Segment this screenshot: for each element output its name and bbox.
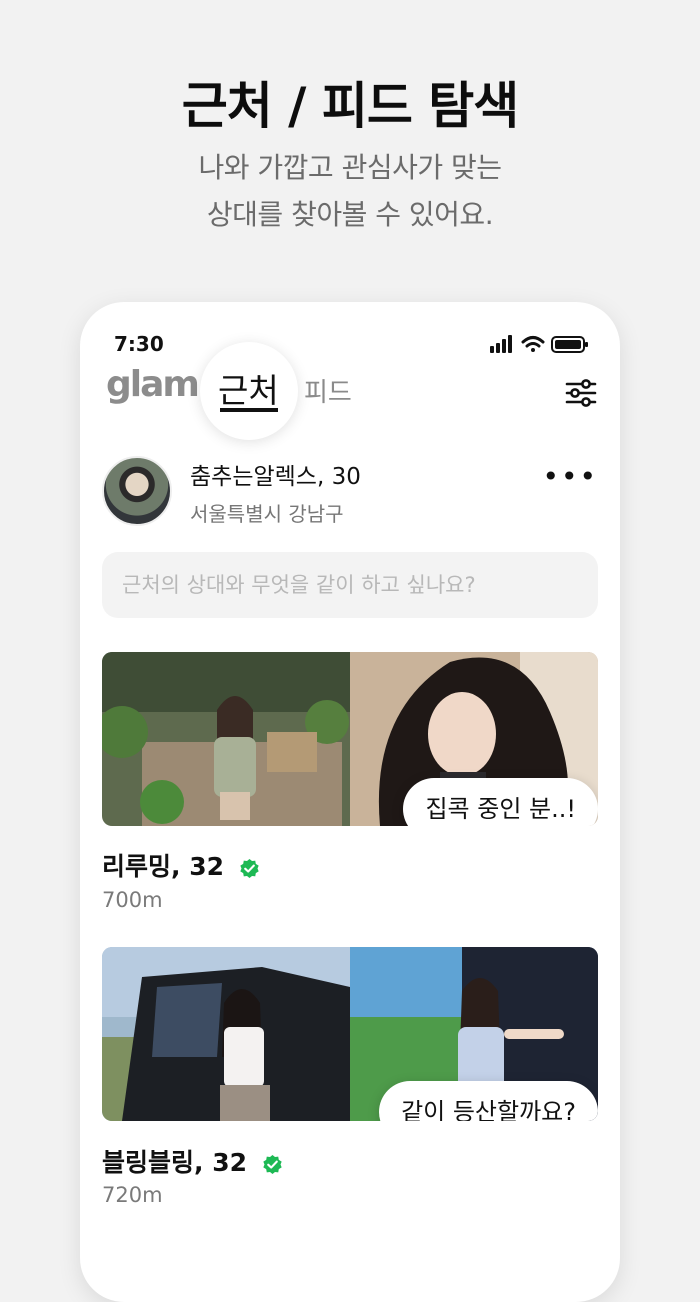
card-name-text: 블링블링, 32 [102, 1148, 247, 1177]
card-distance: 700m [102, 888, 163, 912]
tab-feed[interactable]: 피드 [304, 372, 352, 409]
profile-card[interactable]: 집콕 중인 분..! 리루밍, 32 700m [102, 652, 598, 912]
card-bubble: 집콕 중인 분..! [403, 778, 598, 826]
more-horizontal-icon[interactable]: ••• [542, 460, 598, 493]
tab-underline [220, 408, 278, 412]
profile-card[interactable]: 같이 등산할까요? 블링블링, 32 720m [102, 947, 598, 1207]
promo-subtitle-line2: 상대를 찾아볼 수 있어요. [206, 198, 494, 231]
verified-icon [263, 1154, 282, 1174]
profile-name: 춤추는알렉스, 30 [190, 464, 361, 490]
card-name: 리루밍, 32 [102, 847, 260, 883]
card-name-text: 리루밍, 32 [102, 852, 224, 881]
avatar[interactable] [102, 456, 172, 526]
card-photos[interactable]: 집콕 중인 분..! [102, 652, 598, 826]
photo-cafe [102, 652, 350, 826]
post-input[interactable] [102, 552, 598, 618]
profile-location: 서울특별시 강남구 [190, 502, 344, 526]
card-bubble: 같이 등산할까요? [379, 1081, 598, 1121]
card-distance: 720m [102, 1183, 163, 1207]
promo-title: 근처 / 피드 탐색 [181, 77, 519, 135]
photo-car [102, 947, 350, 1121]
wifi-icon [521, 336, 545, 352]
promo-subtitle-line1: 나와 가깝고 관심사가 맞는 [198, 151, 502, 184]
card-photos[interactable]: 같이 등산할까요? [102, 947, 598, 1121]
status-icons [490, 335, 588, 353]
status-time: 7:30 [114, 332, 164, 356]
verified-icon [240, 858, 259, 878]
app-logo: glam [106, 364, 200, 405]
card-name: 블링블링, 32 [102, 1143, 283, 1179]
phone-screen: 7:30 glam 근처 피드 춤추는알렉스, 30 서울특별시 강남구 •••… [80, 302, 620, 1302]
tab-nearby[interactable]: 근처 [218, 364, 279, 412]
sliders-icon[interactable] [564, 376, 598, 410]
signal-icon [490, 335, 512, 353]
battery-icon [551, 336, 588, 353]
